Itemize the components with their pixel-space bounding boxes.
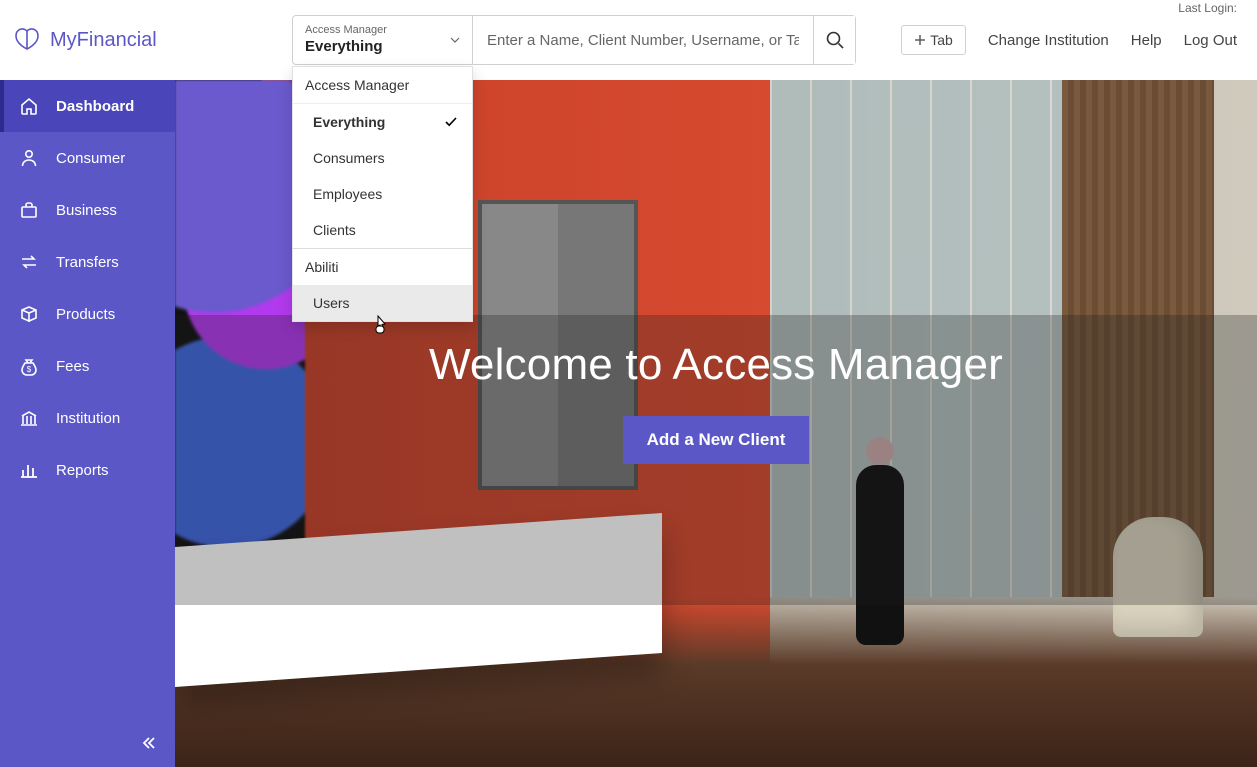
sidebar-item-label: Products <box>56 306 115 323</box>
hero-content: Welcome to Access Manager Add a New Clie… <box>175 340 1257 464</box>
search-scope-value: Everything <box>305 37 460 57</box>
brand-logo-icon <box>12 27 42 53</box>
sidebar-item-fees[interactable]: $ Fees <box>0 340 175 392</box>
last-login-label: Last Login: <box>1178 1 1237 15</box>
moneybag-icon: $ <box>18 356 40 376</box>
sidebar-item-business[interactable]: Business <box>0 184 175 236</box>
logout-link[interactable]: Log Out <box>1184 32 1237 49</box>
search-scope-label: Access Manager <box>305 24 460 37</box>
dropdown-header-access-manager: Access Manager <box>293 67 472 104</box>
dropdown-item-everything[interactable]: Everything <box>293 104 472 140</box>
dropdown-item-label: Clients <box>313 222 356 238</box>
search-bar: Access Manager Everything Access Manager… <box>292 15 856 65</box>
sidebar-item-label: Reports <box>56 462 109 479</box>
sidebar-item-label: Institution <box>56 410 120 427</box>
briefcase-icon <box>18 200 40 220</box>
sidebar-item-label: Fees <box>56 358 89 375</box>
collapse-sidebar-button[interactable] <box>141 735 157 751</box>
check-icon <box>444 115 458 129</box>
institution-icon <box>18 408 40 428</box>
sidebar-item-transfers[interactable]: Transfers <box>0 236 175 288</box>
dropdown-item-label: Employees <box>313 186 382 202</box>
search-icon <box>825 30 845 50</box>
search-scope-menu: Access Manager Everything Consumers Empl… <box>292 66 473 322</box>
dropdown-header-abiliti: Abiliti <box>293 248 472 285</box>
sidebar: Dashboard Consumer Business Transfers Pr… <box>0 80 175 767</box>
search-scope-dropdown[interactable]: Access Manager Everything Access Manager… <box>293 16 473 64</box>
sidebar-item-products[interactable]: Products <box>0 288 175 340</box>
hero-title: Welcome to Access Manager <box>429 340 1003 390</box>
chevron-down-icon <box>448 33 462 47</box>
dropdown-item-clients[interactable]: Clients <box>293 212 472 248</box>
chevron-double-left-icon <box>141 735 157 751</box>
brand-name: MyFinancial <box>50 29 157 52</box>
sidebar-item-dashboard[interactable]: Dashboard <box>0 80 175 132</box>
dropdown-item-label: Consumers <box>313 150 385 166</box>
search-input[interactable] <box>473 16 813 64</box>
sidebar-item-label: Consumer <box>56 150 125 167</box>
add-tab-button[interactable]: Tab <box>901 25 966 55</box>
sidebar-item-consumer[interactable]: Consumer <box>0 132 175 184</box>
box-icon <box>18 304 40 324</box>
topbar-right: Last Login: Tab Change Institution Help … <box>901 25 1237 55</box>
barchart-icon <box>18 460 40 480</box>
dropdown-item-users[interactable]: Users <box>293 285 472 321</box>
add-new-client-button[interactable]: Add a New Client <box>623 416 810 464</box>
sidebar-item-label: Dashboard <box>56 98 134 115</box>
top-bar: MyFinancial Access Manager Everything Ac… <box>0 0 1257 80</box>
plus-icon <box>914 34 926 46</box>
change-institution-link[interactable]: Change Institution <box>988 32 1109 49</box>
brand-block[interactable]: MyFinancial <box>12 27 292 53</box>
sidebar-item-label: Business <box>56 202 117 219</box>
help-link[interactable]: Help <box>1131 32 1162 49</box>
dropdown-item-employees[interactable]: Employees <box>293 176 472 212</box>
search-button[interactable] <box>813 16 855 64</box>
dropdown-item-label: Everything <box>313 114 385 130</box>
sidebar-item-institution[interactable]: Institution <box>0 392 175 444</box>
dropdown-item-consumers[interactable]: Consumers <box>293 140 472 176</box>
sidebar-item-label: Transfers <box>56 254 119 271</box>
dropdown-item-label: Users <box>313 295 350 311</box>
add-tab-label: Tab <box>930 32 953 48</box>
body: Dashboard Consumer Business Transfers Pr… <box>0 80 1257 767</box>
transfers-icon <box>18 252 40 272</box>
home-icon <box>18 96 40 116</box>
person-icon <box>18 148 40 168</box>
sidebar-item-reports[interactable]: Reports <box>0 444 175 496</box>
svg-text:$: $ <box>27 365 32 374</box>
